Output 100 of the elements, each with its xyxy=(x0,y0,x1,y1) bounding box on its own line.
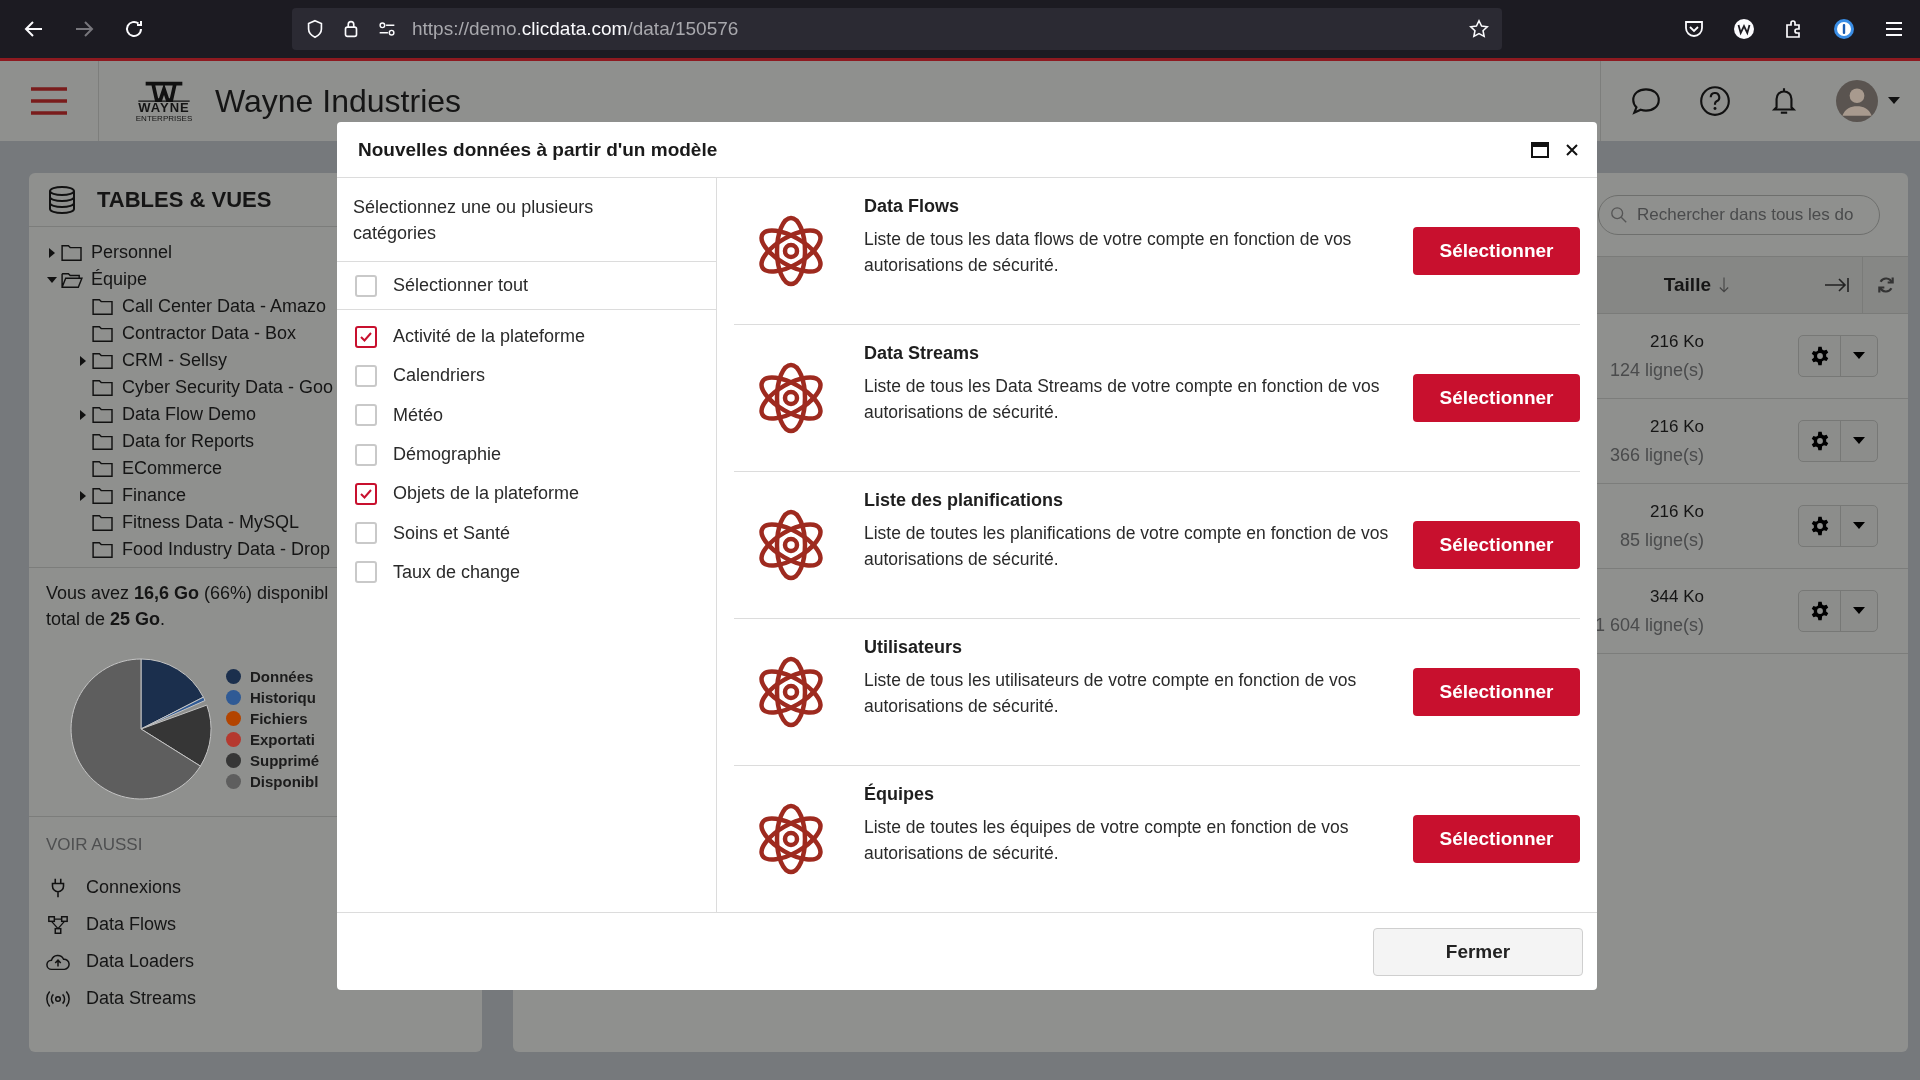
size-text: 216 Ko xyxy=(1650,501,1704,523)
checkbox[interactable] xyxy=(355,482,377,505)
folder-icon xyxy=(92,351,114,370)
select-button[interactable]: Sélectionner xyxy=(1413,668,1580,716)
tree-item[interactable]: Contractor Data - Box xyxy=(122,323,297,344)
caret-icon[interactable] xyxy=(1853,607,1865,615)
storage-text: Vous avez 16,6 Go (66%) disponibl xyxy=(46,582,329,605)
app-title: Wayne Industries xyxy=(215,82,462,120)
see-also-link[interactable]: Data Streams xyxy=(86,988,197,1009)
panel-title: TABLES & VUES xyxy=(97,186,272,213)
storage-text: total de 25 Go. xyxy=(46,608,166,631)
template-title: Utilisateurs xyxy=(864,637,964,658)
row-count-text: 1 604 ligne(s) xyxy=(1594,614,1704,637)
checkbox-label[interactable]: Météo xyxy=(393,404,444,426)
size-text: 344 Ko xyxy=(1650,586,1704,608)
caret-right-icon[interactable] xyxy=(78,409,88,420)
url-text: https://demo.clicdata.com/data/150576 xyxy=(412,18,740,40)
caret-icon[interactable] xyxy=(1853,522,1865,530)
template-description: Liste de tous les utilisateurs de votre compte en fonction de vos autorisations de sécurité. xyxy=(864,669,1358,718)
tree-item[interactable]: Personnel xyxy=(91,242,173,263)
maximize-icon[interactable] xyxy=(1531,141,1549,158)
checkbox-label[interactable]: Soins et Santé xyxy=(393,522,511,544)
tree-item[interactable]: Fitness Data - MySQL xyxy=(122,512,300,533)
legend-label: Historiqu xyxy=(250,689,316,706)
folder-icon xyxy=(92,378,114,397)
refresh-icon[interactable] xyxy=(1875,275,1896,295)
instruction-text: Sélectionnez une ou plusieurs catégories xyxy=(337,178,716,262)
tree-item[interactable]: Finance xyxy=(122,485,187,506)
caret-right-icon[interactable] xyxy=(78,490,88,501)
legend-label: Fichiers xyxy=(250,710,308,727)
select-button[interactable]: Sélectionner xyxy=(1413,815,1580,863)
password-manager-icon[interactable] xyxy=(1832,17,1856,41)
caret-icon[interactable] xyxy=(1888,97,1900,105)
tree-item[interactable]: CRM - Sellsy xyxy=(122,350,227,371)
checkbox-label[interactable]: Activité de la plateforme xyxy=(393,326,586,348)
checkbox-label[interactable]: Taux de change xyxy=(393,561,521,583)
checkbox[interactable] xyxy=(355,325,377,348)
arrow-to-line-icon[interactable] xyxy=(1824,277,1850,293)
folder-icon xyxy=(92,324,114,343)
checkbox-label[interactable]: Sélectionner tout xyxy=(393,275,529,296)
gear-icon[interactable] xyxy=(1809,431,1830,451)
column-header[interactable]: Taille xyxy=(1663,274,1711,296)
see-also-link[interactable]: Connexions xyxy=(86,877,182,898)
atom-icon xyxy=(758,802,824,876)
caret-right-icon[interactable] xyxy=(78,355,88,366)
row-count-text: 124 ligne(s) xyxy=(1609,359,1704,382)
caret-icon[interactable] xyxy=(1853,437,1865,445)
caret-icon[interactable] xyxy=(1853,352,1865,360)
checkbox-label[interactable]: Démographie xyxy=(393,444,502,466)
folder-icon xyxy=(92,405,114,424)
atom-icon xyxy=(758,508,824,582)
caret-right-icon[interactable] xyxy=(47,247,57,258)
w-extension-icon[interactable] xyxy=(1732,17,1756,41)
dialog-title: Nouvelles données à partir d'un modèle xyxy=(358,138,718,161)
folder-icon xyxy=(92,540,114,559)
size-text: 216 Ko xyxy=(1650,416,1704,438)
caret-down-icon[interactable] xyxy=(47,274,57,285)
template-description: Liste de toutes les planifications de votre compte en fonction de vos autorisations de sécurité. xyxy=(864,522,1390,571)
close-icon[interactable] xyxy=(1565,142,1579,157)
select-button[interactable]: Sélectionner xyxy=(1413,227,1580,275)
tree-item[interactable]: Data for Reports xyxy=(122,431,255,452)
checkbox-label[interactable]: Calendriers xyxy=(393,365,486,387)
gear-icon[interactable] xyxy=(1809,346,1830,366)
folder-icon xyxy=(92,297,114,316)
template-description: Liste de tous les Data Streams de votre compte en fonction de vos autorisations de sécurité. xyxy=(864,375,1381,424)
section-title: VOIR AUSSI xyxy=(46,835,144,855)
folder-icon xyxy=(92,513,114,532)
help-icon[interactable] xyxy=(1698,84,1732,118)
search-icon xyxy=(1610,205,1628,224)
template-title: Data Flows xyxy=(864,196,961,217)
tree-item[interactable]: Équipe xyxy=(91,269,148,290)
see-also-link[interactable]: Data Loaders xyxy=(86,951,195,972)
legend-label: Supprimé xyxy=(250,752,320,769)
atom-icon xyxy=(758,655,824,729)
row-count-text: 366 ligne(s) xyxy=(1609,444,1704,467)
avatar-icon[interactable] xyxy=(1836,80,1878,122)
gear-icon[interactable] xyxy=(1809,601,1830,621)
select-button[interactable]: Sélectionner xyxy=(1413,374,1580,422)
star-icon[interactable] xyxy=(1468,18,1490,40)
gear-icon[interactable] xyxy=(1809,516,1830,536)
tree-item[interactable]: Food Industry Data - Drop xyxy=(122,539,331,560)
tree-item[interactable]: Call Center Data - Amazo xyxy=(122,296,327,317)
open-folder-icon xyxy=(61,270,83,289)
tree-item[interactable]: Data Flow Demo xyxy=(122,404,257,425)
select-button[interactable]: Sélectionner xyxy=(1413,521,1580,569)
tree-item[interactable]: ECommerce xyxy=(122,458,223,479)
see-also-link[interactable]: Data Flows xyxy=(86,914,177,935)
close-button[interactable]: Fermer xyxy=(1373,927,1583,976)
legend-label: Disponibl xyxy=(250,773,319,790)
legend-label: Données xyxy=(250,668,314,685)
checkbox-label[interactable]: Objets de la plateforme xyxy=(393,483,580,505)
template-title: Liste des planifications xyxy=(864,490,1065,511)
search-field[interactable]: Rechercher dans tous les do xyxy=(1598,194,1880,235)
address-bar[interactable]: https://demo.clicdata.com/data/150576 xyxy=(292,8,1502,50)
folder-icon xyxy=(92,432,114,451)
sort-down-icon[interactable] xyxy=(1719,276,1729,294)
template-title: Data Streams xyxy=(864,343,981,364)
tree-item[interactable]: Cyber Security Data - Goo xyxy=(122,377,334,398)
logo: WAYNE ENTERPRISES xyxy=(125,79,203,123)
folder-icon xyxy=(92,459,114,478)
